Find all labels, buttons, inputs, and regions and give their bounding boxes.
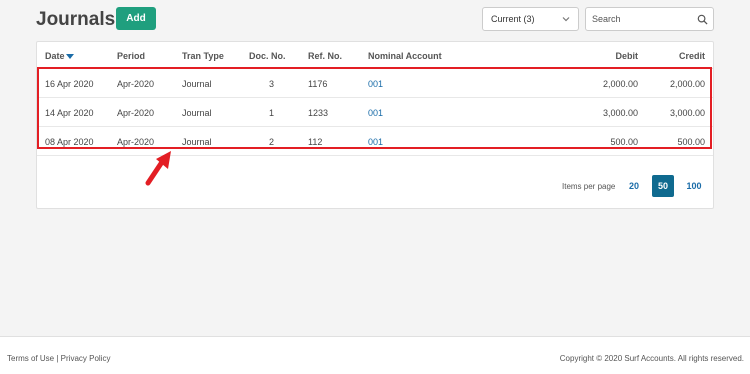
column-header-period[interactable]: Period bbox=[117, 51, 145, 61]
cell-debit: 3,000.00 bbox=[602, 108, 638, 118]
add-button[interactable]: Add bbox=[116, 7, 156, 30]
cell-ref-no: 1233 bbox=[308, 108, 329, 118]
terms-of-use-link[interactable]: Terms of Use bbox=[7, 354, 54, 363]
cell-doc-no: 1 bbox=[269, 108, 275, 118]
table-row[interactable]: 08 Apr 2020 Apr-2020 Journal 2 112 001 5… bbox=[37, 128, 713, 156]
cell-period: Apr-2020 bbox=[117, 108, 155, 118]
privacy-policy-link[interactable]: Privacy Policy bbox=[61, 354, 111, 363]
footer-links: Terms of Use | Privacy Policy bbox=[7, 354, 110, 363]
cell-tran-type: Journal bbox=[182, 137, 212, 147]
column-header-date[interactable]: Date bbox=[45, 51, 74, 61]
footer: Terms of Use | Privacy Policy Copyright … bbox=[0, 336, 750, 374]
cell-tran-type: Journal bbox=[182, 79, 212, 89]
page-size-option-50[interactable]: 50 bbox=[652, 175, 674, 197]
table-row[interactable]: 14 Apr 2020 Apr-2020 Journal 1 1233 001 … bbox=[37, 99, 713, 127]
red-arrow-icon bbox=[145, 151, 171, 186]
cell-credit: 3,000.00 bbox=[669, 108, 705, 118]
column-header-doc-no[interactable]: Doc. No. bbox=[249, 51, 286, 61]
cell-ref-no: 112 bbox=[308, 137, 323, 147]
cell-date: 14 Apr 2020 bbox=[45, 108, 94, 118]
table-row[interactable]: 16 Apr 2020 Apr-2020 Journal 3 1176 001 … bbox=[37, 70, 713, 98]
cell-date: 08 Apr 2020 bbox=[45, 137, 94, 147]
search-input[interactable] bbox=[586, 8, 686, 30]
cell-period: Apr-2020 bbox=[117, 79, 155, 89]
status-filter-select[interactable]: Current (3) bbox=[482, 7, 579, 31]
cell-doc-no: 3 bbox=[269, 79, 275, 89]
page-size-option-20[interactable]: 20 bbox=[623, 175, 645, 197]
copyright-text: Copyright © 2020 Surf Accounts. All righ… bbox=[559, 354, 744, 363]
status-filter-value: Current (3) bbox=[491, 14, 535, 24]
cell-credit: 2,000.00 bbox=[669, 79, 705, 89]
cell-ref-no: 1176 bbox=[308, 79, 328, 89]
chevron-down-icon bbox=[562, 17, 570, 22]
column-header-date-label: Date bbox=[45, 51, 65, 61]
cell-doc-no: 2 bbox=[269, 137, 275, 147]
page-title: Journals bbox=[36, 9, 116, 30]
pagination: Items per page 20 50 100 bbox=[37, 175, 713, 199]
cell-nominal-account-link[interactable]: 001 bbox=[368, 137, 383, 147]
journals-panel: Date Period Tran Type Doc. No. Ref. No. … bbox=[36, 41, 714, 209]
column-header-nominal-account[interactable]: Nominal Account bbox=[368, 51, 442, 61]
cell-period: Apr-2020 bbox=[117, 137, 155, 147]
items-per-page-label: Items per page bbox=[562, 182, 616, 191]
cell-debit: 2,000.00 bbox=[602, 79, 638, 89]
cell-tran-type: Journal bbox=[182, 108, 212, 118]
column-header-credit[interactable]: Credit bbox=[679, 51, 705, 61]
column-header-debit[interactable]: Debit bbox=[616, 51, 639, 61]
page-size-option-100[interactable]: 100 bbox=[683, 175, 705, 197]
sort-caret-down-icon bbox=[65, 53, 74, 59]
cell-date: 16 Apr 2020 bbox=[45, 79, 94, 89]
footer-separator: | bbox=[56, 354, 59, 363]
column-header-tran-type[interactable]: Tran Type bbox=[182, 51, 224, 61]
cell-nominal-account-link[interactable]: 001 bbox=[368, 108, 383, 118]
table-header: Date Period Tran Type Doc. No. Ref. No. … bbox=[37, 42, 713, 69]
cell-debit: 500.00 bbox=[610, 137, 638, 147]
cell-credit: 500.00 bbox=[677, 137, 705, 147]
search-icon[interactable] bbox=[697, 14, 708, 25]
column-header-ref-no[interactable]: Ref. No. bbox=[308, 51, 342, 61]
search-box[interactable] bbox=[585, 7, 714, 31]
cell-nominal-account-link[interactable]: 001 bbox=[368, 79, 383, 89]
